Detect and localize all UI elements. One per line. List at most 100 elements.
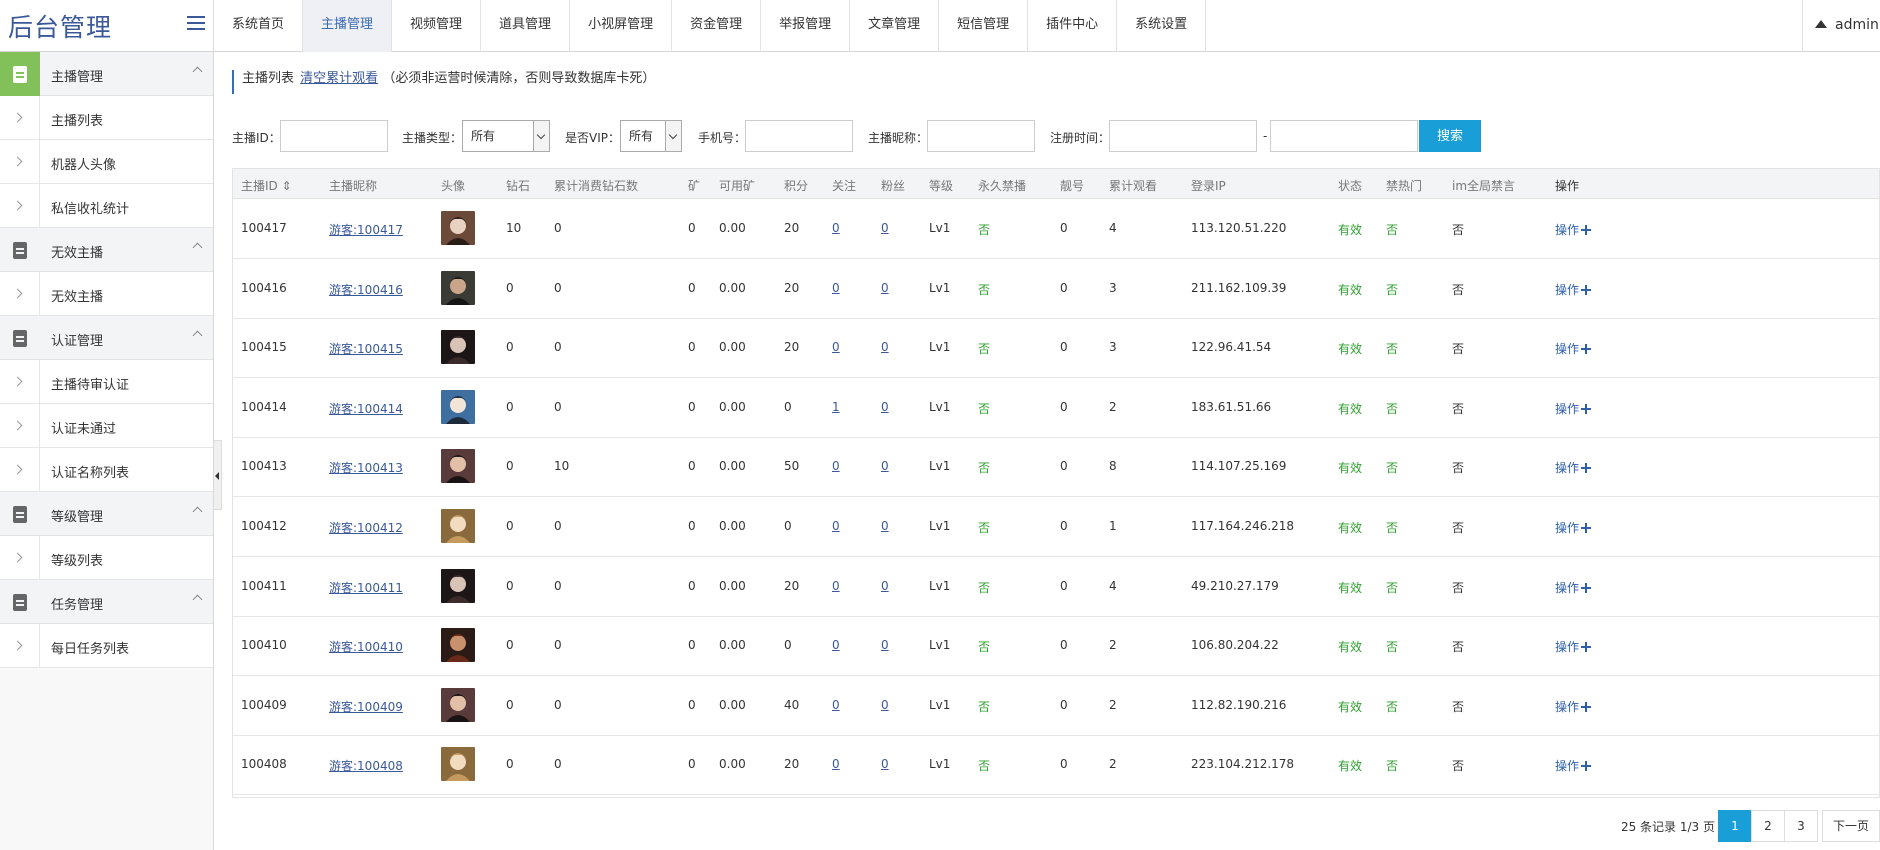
sidebar-group[interactable]: 任务管理: [0, 580, 213, 624]
sidebar-item[interactable]: 认证未通过: [0, 404, 213, 448]
sidebar-group[interactable]: 认证管理: [0, 316, 213, 360]
sidebar-item[interactable]: 无效主播: [0, 272, 213, 316]
sidebar-group[interactable]: 等级管理: [0, 492, 213, 536]
cell-fans[interactable]: 0: [881, 698, 889, 712]
cell-follow[interactable]: 0: [832, 698, 840, 712]
column-header[interactable]: 主播ID ⇕: [241, 177, 292, 194]
cell-op[interactable]: 操作: [1555, 281, 1592, 298]
cell-follow[interactable]: 0: [832, 340, 840, 354]
page-button[interactable]: 1: [1717, 810, 1752, 842]
cell-nick[interactable]: 游客:100417: [329, 221, 403, 238]
chevron-up-icon: [192, 66, 203, 77]
vip-label: 是否VIP：: [565, 131, 620, 145]
tab-0[interactable]: 系统首页: [214, 0, 304, 52]
cell-follow[interactable]: 0: [832, 221, 840, 235]
tab-6[interactable]: 举报管理: [761, 0, 851, 52]
cell-fans[interactable]: 0: [881, 757, 889, 771]
cell-fans[interactable]: 0: [881, 281, 889, 295]
sidebar-group[interactable]: 无效主播: [0, 228, 213, 272]
sidebar-group[interactable]: 主播管理: [0, 52, 213, 96]
cell-follow[interactable]: 0: [832, 638, 840, 652]
hamburger-menu-icon[interactable]: [187, 16, 205, 32]
cell-follow[interactable]: 0: [832, 579, 840, 593]
cell-hot: 否: [1386, 640, 1399, 655]
regtime-to-input[interactable]: [1270, 120, 1418, 152]
sidebar-item[interactable]: 认证名称列表: [0, 448, 213, 492]
sidebar-item[interactable]: 主播列表: [0, 96, 213, 140]
cell-nick[interactable]: 游客:100408: [329, 757, 403, 774]
cell-id: 100409: [241, 697, 287, 712]
tab-3[interactable]: 道具管理: [481, 0, 571, 52]
cell-op[interactable]: 操作: [1555, 221, 1592, 238]
sidebar-collapse-handle[interactable]: [214, 440, 222, 510]
cell-score: 0: [784, 519, 792, 533]
cell-fans[interactable]: 0: [881, 400, 889, 414]
cell-hot: 否: [1386, 580, 1399, 595]
nickname-input[interactable]: [927, 120, 1035, 152]
cell-follow[interactable]: 1: [832, 400, 840, 414]
cell-fans[interactable]: 0: [881, 221, 889, 235]
search-button[interactable]: 搜索: [1419, 120, 1481, 152]
tab-4[interactable]: 小视屏管理: [570, 0, 673, 52]
vip-select[interactable]: 所有: [620, 120, 682, 152]
cell-pretty: 0: [1060, 578, 1068, 593]
anchor-id-input[interactable]: [280, 120, 388, 152]
cell-fans[interactable]: 0: [881, 579, 889, 593]
sidebar-item[interactable]: 每日任务列表: [0, 624, 213, 668]
tab-5[interactable]: 资金管理: [672, 0, 762, 52]
tab-7[interactable]: 文章管理: [850, 0, 940, 52]
user-menu[interactable]: admin: [1802, 0, 1880, 52]
regtime-from-input[interactable]: [1109, 120, 1257, 152]
cell-follow[interactable]: 0: [832, 281, 840, 295]
next-page-button[interactable]: 下一页: [1821, 810, 1880, 842]
cell-fans[interactable]: 0: [881, 638, 889, 652]
cell-op[interactable]: 操作: [1555, 459, 1592, 476]
sidebar-item[interactable]: 主播待审认证: [0, 360, 213, 404]
cell-id: 100408: [241, 757, 287, 772]
cell-nick[interactable]: 游客:100415: [329, 340, 403, 357]
cell-fans[interactable]: 0: [881, 459, 889, 473]
page-button[interactable]: 2: [1750, 810, 1785, 842]
sidebar-item[interactable]: 等级列表: [0, 536, 213, 580]
cell-fans[interactable]: 0: [881, 519, 889, 533]
cell-op[interactable]: 操作: [1555, 579, 1592, 596]
avatar: [441, 568, 475, 603]
cell-op[interactable]: 操作: [1555, 400, 1592, 417]
regtime-separator: -: [1263, 129, 1268, 143]
cell-nick[interactable]: 游客:100410: [329, 638, 403, 655]
cell-op[interactable]: 操作: [1555, 698, 1592, 715]
cell-follow[interactable]: 0: [832, 459, 840, 473]
anchor-type-select[interactable]: 所有: [462, 120, 550, 152]
cell-nick[interactable]: 游客:100409: [329, 698, 403, 715]
cell-follow[interactable]: 0: [832, 519, 840, 533]
sidebar-item[interactable]: 机器人头像: [0, 140, 213, 184]
cell-op[interactable]: 操作: [1555, 340, 1592, 357]
cell-nick[interactable]: 游客:100416: [329, 281, 403, 298]
cell-nick[interactable]: 游客:100411: [329, 579, 403, 596]
sidebar-item-label: 主播列表: [51, 114, 104, 129]
cell-op[interactable]: 操作: [1555, 519, 1592, 536]
cell-op[interactable]: 操作: [1555, 757, 1592, 774]
page-button[interactable]: 3: [1783, 810, 1818, 842]
plus-icon: [1581, 642, 1592, 653]
cell-nick[interactable]: 游客:100413: [329, 459, 403, 476]
sidebar-item[interactable]: 私信收礼统计: [0, 184, 213, 228]
phone-input[interactable]: [745, 120, 853, 152]
tab-9[interactable]: 插件中心: [1028, 0, 1118, 52]
cell-fans[interactable]: 0: [881, 340, 889, 354]
cell-nick[interactable]: 游客:100414: [329, 400, 403, 417]
clear-views-link[interactable]: 清空累计观看: [300, 71, 378, 86]
tab-10[interactable]: 系统设置: [1117, 0, 1207, 52]
cell-id: 100417: [241, 221, 287, 235]
tab-8[interactable]: 短信管理: [939, 0, 1029, 52]
cell-diamond: 0: [506, 519, 514, 533]
cell-mine: 0: [688, 459, 696, 474]
cell-nick[interactable]: 游客:100412: [329, 519, 403, 536]
cell-follow[interactable]: 0: [832, 757, 840, 771]
tab-1[interactable]: 主播管理: [303, 0, 393, 52]
cell-status: 有效: [1338, 640, 1363, 655]
cell-level: Lv1: [929, 697, 951, 712]
tab-2[interactable]: 视频管理: [392, 0, 482, 52]
cell-op[interactable]: 操作: [1555, 638, 1592, 655]
cell-ip: 183.61.51.66: [1191, 399, 1272, 414]
